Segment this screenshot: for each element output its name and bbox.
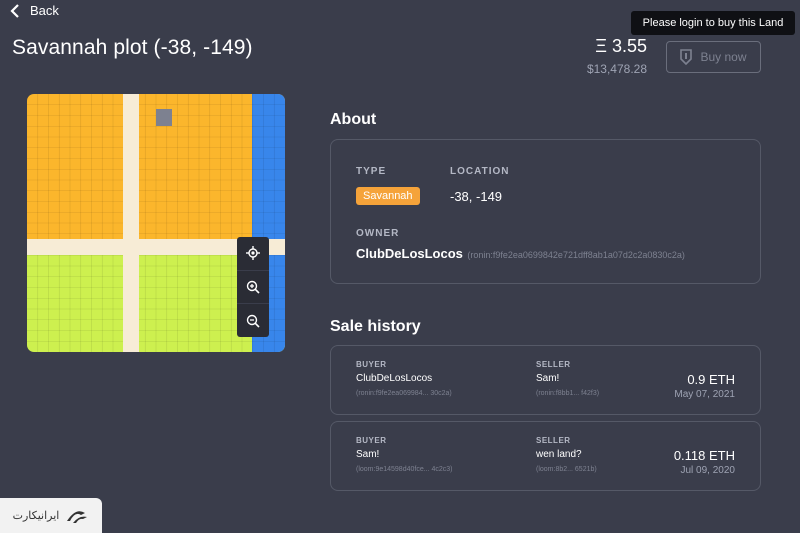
map-controls	[237, 237, 269, 337]
buyer-address: (loom:9e14598d40fce... 4c2c3)	[356, 466, 453, 473]
road-vertical	[123, 94, 139, 352]
owner-label: OWNER	[356, 228, 400, 239]
sale-date: May 07, 2021	[674, 389, 735, 400]
buy-now-label: Buy now	[700, 50, 747, 64]
zoom-out-button[interactable]	[237, 304, 269, 337]
seller-address: (loom:8b2... 6521b)	[536, 466, 597, 473]
location-value: -38, -149	[450, 189, 503, 204]
buyer-label: BUYER	[356, 436, 387, 445]
seller-label: SELLER	[536, 360, 571, 369]
seller-label: SELLER	[536, 436, 571, 445]
lock-shield-icon	[680, 49, 693, 65]
zoom-out-icon	[246, 314, 260, 328]
seller-name[interactable]: wen land?	[536, 449, 582, 460]
buy-now-button[interactable]: Buy now	[666, 41, 761, 73]
type-badge-wrap: Savannah	[356, 186, 420, 205]
sale-row: BUYER Sam! (loom:9e14598d40fce... 4c2c3)…	[330, 421, 761, 491]
login-tooltip: Please login to buy this Land	[631, 11, 795, 35]
zoom-in-icon	[246, 280, 260, 294]
location-label: LOCATION	[450, 166, 510, 177]
buyer-address: (ronin:f9fe2ea069984... 30c2a)	[356, 390, 452, 397]
locate-icon	[246, 246, 260, 261]
sale-date: Jul 09, 2020	[680, 465, 736, 476]
selected-plot	[156, 109, 172, 126]
watermark-text: ایرانیکارت	[12, 510, 60, 522]
type-label: TYPE	[356, 166, 387, 177]
sale-price: 0.9 ETH	[687, 372, 735, 387]
buyer-label: BUYER	[356, 360, 387, 369]
page-title: Savannah plot (-38, -149)	[12, 36, 253, 59]
watermark-logo: ایرانیکارت	[0, 498, 102, 533]
price-usd: $13,478.28	[586, 62, 647, 76]
sale-row: BUYER ClubDeLosLocos (ronin:f9fe2ea06998…	[330, 345, 761, 415]
locate-button[interactable]	[237, 237, 269, 271]
chevron-left-icon	[10, 3, 19, 18]
back-label: Back	[30, 3, 59, 18]
owner-address: (ronin:f9fe2ea0699842e721dff8ab1a07d2c2a…	[467, 250, 685, 260]
zoom-in-button[interactable]	[237, 271, 269, 305]
buyer-name[interactable]: ClubDeLosLocos	[356, 373, 432, 384]
back-link[interactable]: Back	[10, 3, 59, 18]
seller-address: (ronin:f8bb1... f42f3)	[536, 390, 600, 397]
about-heading: About	[330, 111, 377, 128]
price-eth: Ξ 3.55	[595, 36, 647, 56]
owner-row: ClubDeLosLocos (ronin:f9fe2ea0699842e721…	[356, 245, 685, 263]
seller-name[interactable]: Sam!	[536, 373, 559, 384]
logo-icon	[67, 510, 88, 523]
about-card: TYPE Savannah LOCATION -38, -149 OWNER C…	[330, 139, 761, 284]
buyer-name[interactable]: Sam!	[356, 449, 379, 460]
sale-price: 0.118 ETH	[673, 448, 735, 463]
sale-history-heading: Sale history	[330, 318, 421, 335]
owner-name[interactable]: ClubDeLosLocos	[356, 246, 463, 261]
type-badge: Savannah	[356, 187, 420, 205]
